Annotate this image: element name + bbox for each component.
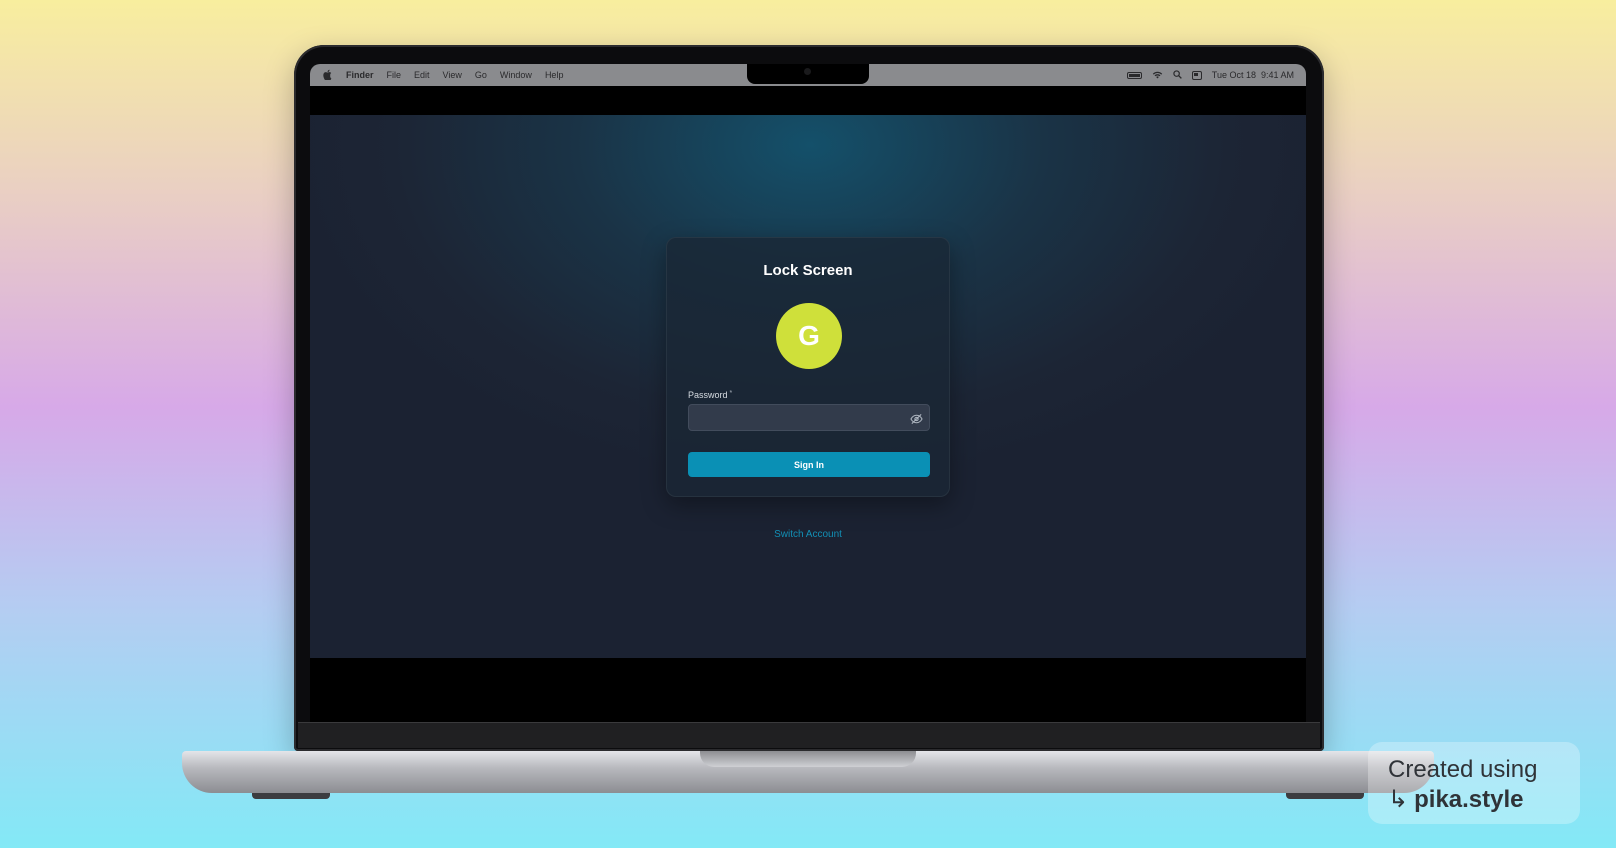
switch-account-link[interactable]: Switch Account xyxy=(310,529,1306,540)
avatar-initial: G xyxy=(798,320,820,351)
pika-watermark: Created using ↳ pika.style xyxy=(1368,742,1580,824)
menu-edit[interactable]: Edit xyxy=(414,70,430,80)
watermark-arrow: ↳ xyxy=(1388,786,1409,813)
apple-icon[interactable] xyxy=(323,69,333,82)
laptop-hinge-notch xyxy=(700,751,916,767)
camera-icon xyxy=(804,68,811,75)
required-mark: * xyxy=(729,390,733,397)
camera-notch xyxy=(747,64,869,84)
password-label: Password * xyxy=(688,390,732,400)
password-input[interactable] xyxy=(689,405,899,430)
laptop-foot-left xyxy=(252,793,330,799)
menu-file[interactable]: File xyxy=(387,70,402,80)
password-label-text: Password xyxy=(688,390,728,400)
control-center-icon[interactable] xyxy=(1191,70,1202,80)
menu-bar: Finder File Edit View Go Window Help Tue… xyxy=(310,64,1306,86)
watermark-brand-line: ↳ pika.style xyxy=(1388,785,1580,814)
laptop-bezel-chin xyxy=(298,722,1320,748)
menu-app-name[interactable]: Finder xyxy=(346,70,374,80)
sign-in-button[interactable]: Sign In xyxy=(688,452,930,477)
lock-screen-background: Lock Screen G Password * Sign In Switch A… xyxy=(310,115,1306,658)
wifi-icon[interactable] xyxy=(1152,70,1163,81)
search-icon[interactable] xyxy=(1173,69,1182,81)
laptop-screen: Finder File Edit View Go Window Help Tue… xyxy=(310,64,1306,724)
eye-off-icon[interactable] xyxy=(910,412,923,425)
menu-window[interactable]: Window xyxy=(500,70,532,80)
menu-go[interactable]: Go xyxy=(475,70,487,80)
password-field xyxy=(688,404,930,431)
watermark-line1: Created using xyxy=(1388,756,1538,783)
laptop-foot-right xyxy=(1286,793,1364,799)
menu-help[interactable]: Help xyxy=(545,70,564,80)
battery-icon[interactable] xyxy=(1126,71,1142,79)
watermark-brand: pika.style xyxy=(1414,786,1524,813)
avatar: G xyxy=(776,303,842,369)
menu-view[interactable]: View xyxy=(443,70,462,80)
lock-screen-card: Lock Screen G Password * Sign In xyxy=(666,237,950,497)
lock-screen-title: Lock Screen xyxy=(763,262,853,279)
menu-datetime[interactable]: Tue Oct 18 9:41 AM xyxy=(1212,70,1294,80)
